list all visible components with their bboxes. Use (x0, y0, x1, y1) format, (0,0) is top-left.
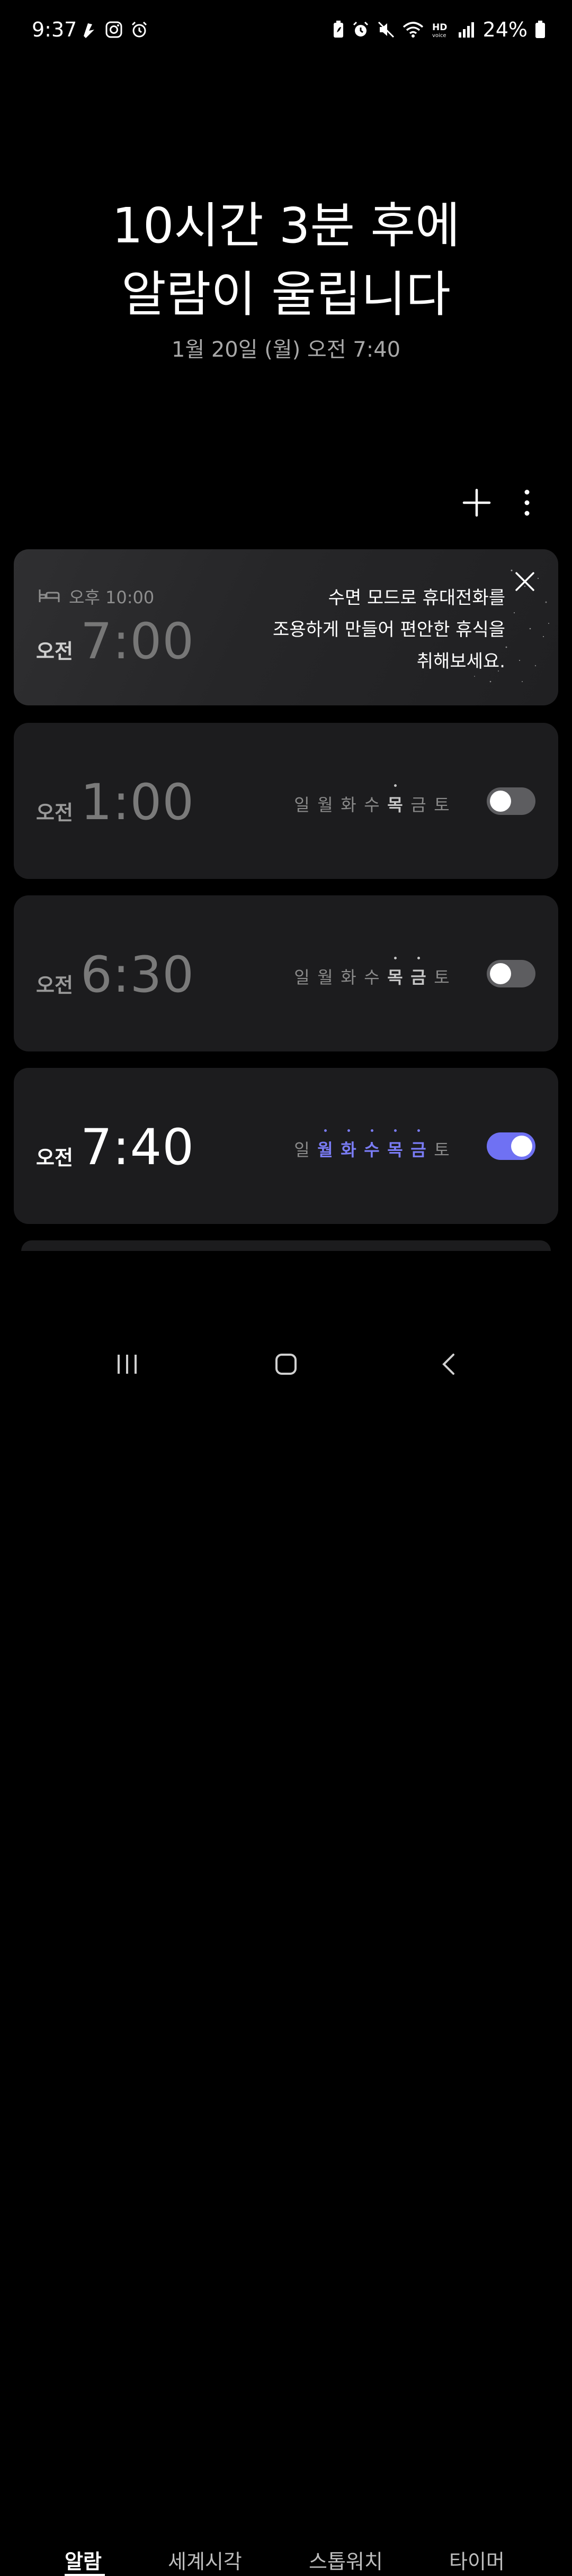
alarm-ampm: 오전 (36, 1146, 73, 1169)
day-fri-label: 금 (410, 1140, 426, 1160)
alarm-days: 일 월 화 수 목 금 토 (290, 784, 453, 816)
toggle-knob (490, 963, 511, 984)
next-alarm-countdown: 10시간 3분 후에 알람이 울립니다 (0, 192, 572, 329)
day-fri: 금 (407, 1129, 430, 1161)
day-selected-dot (417, 957, 420, 959)
active-tab-indicator (65, 2574, 105, 2576)
day-thu: 목 (383, 1129, 407, 1161)
day-wed: 수 (364, 967, 380, 987)
day-wed: 수 (364, 795, 380, 815)
alarm-ampm: 오전 (36, 801, 73, 824)
day-selected-dot (347, 1129, 350, 1132)
day-tue: 화 (341, 967, 356, 987)
tab-timer[interactable]: 타이머 (449, 2545, 505, 2574)
bedtime-label: 오후 10:00 (69, 587, 155, 607)
battery-icon (535, 21, 545, 38)
svg-text:HD: HD (432, 22, 447, 33)
instagram-icon (105, 21, 122, 38)
day-mon: 월 (317, 967, 333, 987)
day-sat: 토 (434, 1140, 450, 1160)
bottom-tab-bar: 알람 세계시각 스톱워치 타이머 (0, 1270, 572, 2576)
bed-icon (39, 589, 60, 602)
day-sat: 토 (434, 967, 450, 987)
day-thu-label: 목 (387, 795, 403, 815)
alarm-toggle[interactable] (487, 787, 535, 815)
alarm-toggle[interactable] (487, 960, 535, 987)
tab-world-clock[interactable]: 세계시각 (168, 2545, 242, 2574)
day-wed: 수 (360, 1129, 383, 1161)
status-right-icons: HD voice 24% (333, 18, 546, 41)
day-selected-dot (371, 1129, 373, 1132)
alarm-card-peek (21, 1240, 551, 1251)
day-sun: 일 (294, 967, 310, 987)
day-selected-dot (324, 1129, 327, 1132)
day-fri: 금 (410, 795, 426, 815)
sleep-message-line3: 취해보세요. (416, 651, 505, 672)
alarm-clock-icon (131, 21, 147, 38)
day-thu-label: 목 (387, 1140, 403, 1160)
alarm-time: 6:30 (81, 946, 195, 1004)
battery-saver-icon (333, 21, 343, 38)
close-icon[interactable] (514, 570, 536, 593)
back-icon[interactable] (437, 1353, 461, 1376)
app-notification-icon (84, 23, 94, 38)
hd-voice-icon: HD voice (432, 22, 447, 39)
day-mon-label: 월 (317, 1140, 333, 1160)
day-wed-label: 수 (364, 1140, 380, 1160)
day-tue: 화 (341, 795, 356, 815)
wifi-icon (403, 22, 423, 38)
toggle-knob (490, 791, 511, 812)
countdown-line2: 알람이 울립니다 (121, 266, 451, 323)
day-selected-dot (394, 784, 397, 787)
day-sat: 토 (434, 795, 450, 815)
toggle-knob (511, 1136, 532, 1157)
alarm-days: 일 월 화 수 목 금 토 (290, 957, 453, 988)
alarm-ampm: 오전 (36, 974, 73, 997)
alarm-toggle[interactable] (487, 1132, 535, 1160)
more-vertical-icon[interactable] (514, 487, 540, 519)
day-mon: 월 (317, 795, 333, 815)
day-tue: 화 (337, 1129, 360, 1161)
day-selected-dot (417, 1129, 420, 1132)
sleep-mode-message: 수면 모드로 휴대전화를 조용하게 만들어 편안한 휴식을 취해보세요. (230, 582, 505, 677)
day-sun: 일 (294, 795, 310, 815)
day-sun: 일 (294, 1140, 310, 1160)
alarm-time: 1:00 (81, 774, 195, 831)
system-nav-bar (0, 1334, 572, 1397)
tab-alarm[interactable]: 알람 (65, 2545, 102, 2574)
recent-apps-icon[interactable] (115, 1353, 139, 1376)
status-time: 9:37 (32, 18, 77, 41)
status-left-icons (81, 20, 148, 39)
battery-percent: 24% (482, 18, 528, 41)
status-bar: 9:37 HD voice 24% (0, 0, 572, 64)
day-tue-label: 화 (341, 1140, 356, 1160)
day-fri-label: 금 (410, 967, 426, 987)
sleep-message-line1: 수면 모드로 휴대전화를 (328, 587, 505, 609)
next-alarm-date: 1월 20일 (월) 오전 7:40 (171, 338, 401, 362)
day-thu: 목 (383, 957, 407, 988)
svg-text:voice: voice (432, 33, 446, 39)
mute-icon (378, 21, 394, 38)
alarm-days: 일 월 화 수 목 금 토 (290, 1129, 453, 1161)
day-thu: 목 (383, 784, 407, 816)
plus-icon[interactable] (461, 487, 493, 519)
sleep-ampm: 오전 (36, 640, 73, 663)
home-icon[interactable] (274, 1353, 298, 1376)
day-selected-dot (394, 957, 397, 959)
countdown-line1: 10시간 3분 후에 (112, 197, 460, 254)
alarm-time: 7:40 (81, 1119, 195, 1176)
day-selected-dot (394, 1129, 397, 1132)
sleep-message-line2: 조용하게 만들어 편안한 휴식을 (272, 619, 505, 640)
sleep-wake-time: 7:00 (81, 613, 195, 670)
day-mon: 월 (314, 1129, 337, 1161)
alarm-icon (353, 21, 368, 37)
signal-icon (458, 22, 474, 38)
day-thu-label: 목 (387, 967, 403, 987)
tab-stopwatch[interactable]: 스톱워치 (309, 2545, 383, 2574)
day-fri: 금 (407, 957, 430, 988)
